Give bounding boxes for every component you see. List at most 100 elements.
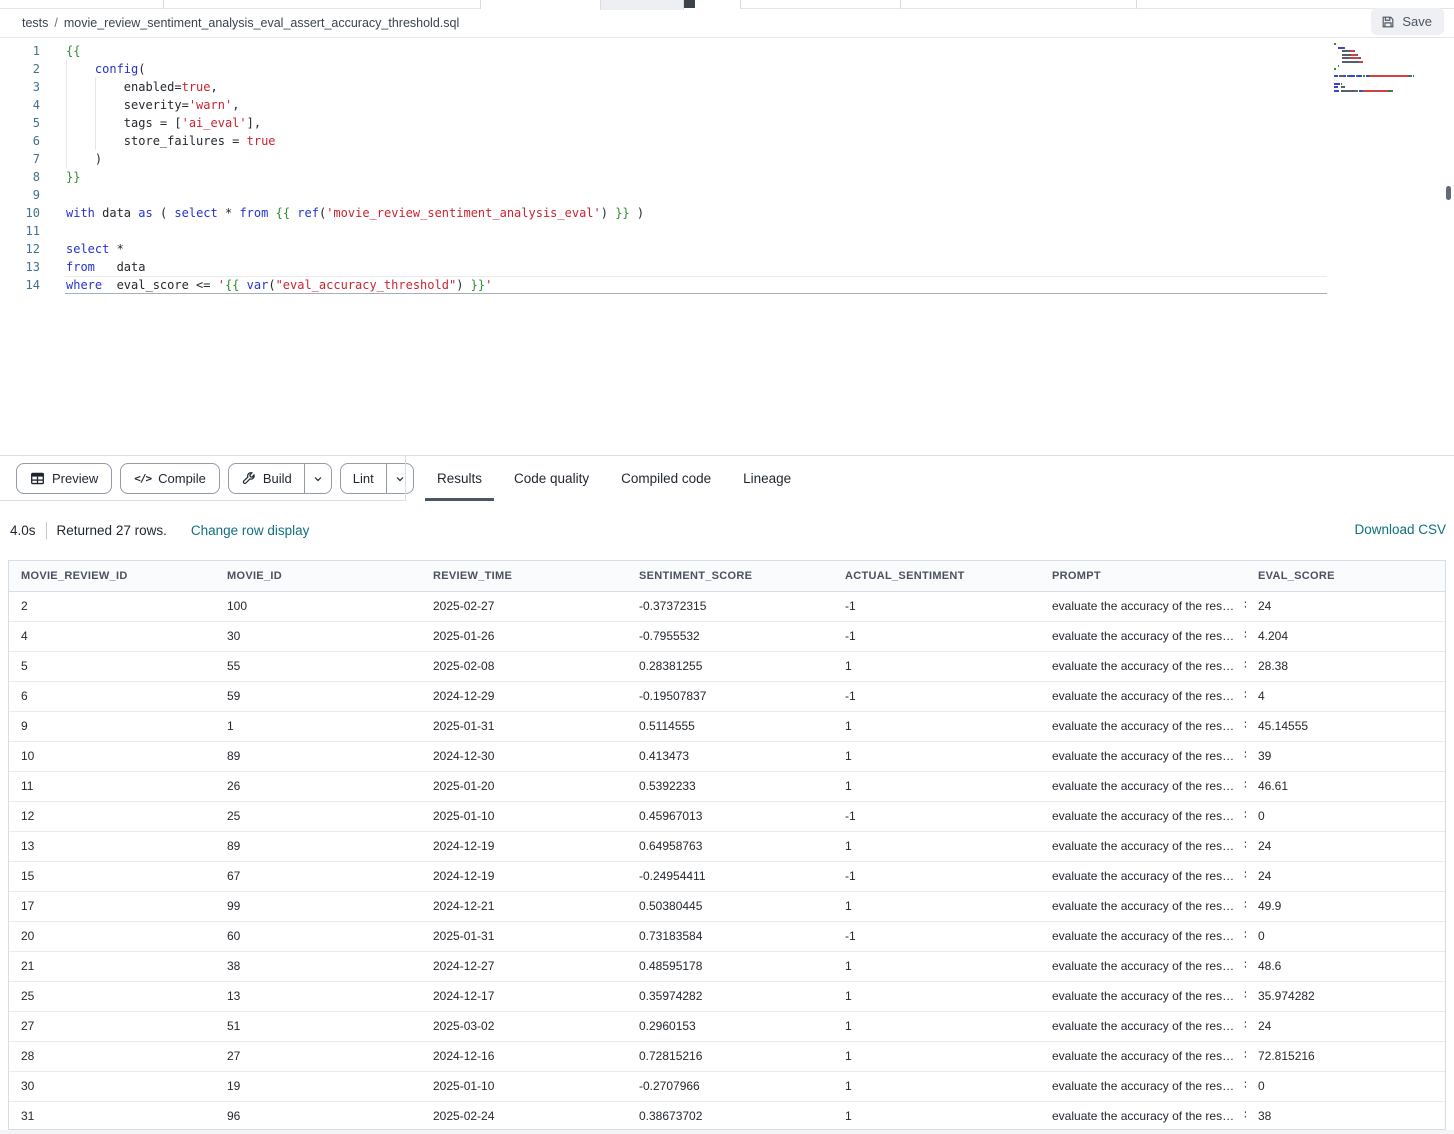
cell-movie-id: 100 <box>215 591 421 621</box>
code-line: 4 severity='warn', <box>0 96 644 114</box>
tab-results[interactable]: Results <box>435 456 484 501</box>
cell-sentiment-score: -0.7955532 <box>627 621 833 651</box>
code-text: severity='warn', <box>40 96 239 114</box>
cell-actual-sentiment: -1 <box>833 591 1040 621</box>
cell-eval-score: 0 <box>1246 801 1446 831</box>
cell-actual-sentiment: -1 <box>833 681 1040 711</box>
prompt-preview-text: evaluate the accuracy of the res… <box>1052 629 1234 643</box>
cell-eval-score: 24 <box>1246 591 1446 621</box>
code-line: 9 <box>0 186 644 204</box>
line-number: 1 <box>0 42 40 60</box>
cell-eval-score: 72.815216 <box>1246 1041 1446 1071</box>
lint-button-group: Lint <box>340 463 414 494</box>
prompt-preview-text: evaluate the accuracy of the res… <box>1052 689 1234 703</box>
column-header-actual_sentiment: ACTUAL_SENTIMENT <box>833 561 1040 591</box>
prompt-preview-text: evaluate the accuracy of the res… <box>1052 929 1234 943</box>
cell-eval-score: 49.9 <box>1246 891 1446 921</box>
expand-prompt-icon[interactable] <box>1242 840 1246 849</box>
ide-window: tests/movie_review_sentiment_analysis_ev… <box>0 0 1454 1134</box>
expand-prompt-icon[interactable] <box>1242 780 1246 789</box>
lint-button[interactable]: Lint <box>341 464 386 493</box>
table-row: 11262025-01-200.53922331evaluate the acc… <box>9 771 1446 801</box>
line-number: 9 <box>0 186 40 204</box>
table-row: 10892024-12-300.4134731evaluate the accu… <box>9 741 1446 771</box>
expand-prompt-icon[interactable] <box>1242 1020 1246 1029</box>
cell-eval-score: 46.61 <box>1246 771 1446 801</box>
code-line: 8}} <box>0 168 644 186</box>
expand-prompt-icon[interactable] <box>1242 900 1246 909</box>
expand-prompt-icon[interactable] <box>1242 990 1246 999</box>
code-line: 1{{ <box>0 42 644 60</box>
table-row: 5552025-02-080.283812551evaluate the acc… <box>9 651 1446 681</box>
code-text: {{ <box>40 42 80 60</box>
cell-movie-review-id: 10 <box>9 741 215 771</box>
cell-sentiment-score: -0.37372315 <box>627 591 833 621</box>
lint-button-label: Lint <box>353 471 374 486</box>
cell-sentiment-score: 0.5392233 <box>627 771 833 801</box>
expand-prompt-icon[interactable] <box>1242 930 1246 939</box>
column-header-sentiment_score: SENTIMENT_SCORE <box>627 561 833 591</box>
build-button[interactable]: Build <box>229 464 304 493</box>
cell-review-time: 2025-02-08 <box>421 651 627 681</box>
cell-prompt: evaluate the accuracy of the res… <box>1040 951 1246 981</box>
expand-prompt-icon[interactable] <box>1242 870 1246 879</box>
sql-editor[interactable]: 1{{2 config(3 enabled=true,4 severity='w… <box>0 38 1454 455</box>
expand-prompt-icon[interactable] <box>1242 960 1246 969</box>
preview-button[interactable]: Preview <box>16 463 112 494</box>
expand-prompt-icon[interactable] <box>1242 810 1246 819</box>
cell-sentiment-score: -0.2707966 <box>627 1071 833 1101</box>
code-text: select * <box>40 240 124 258</box>
expand-prompt-icon[interactable] <box>1242 690 1246 699</box>
cell-movie-review-id: 5 <box>9 651 215 681</box>
cell-eval-score: 39 <box>1246 741 1446 771</box>
cell-movie-id: 38 <box>215 951 421 981</box>
expand-prompt-icon[interactable] <box>1242 1050 1246 1059</box>
table-icon <box>30 471 45 486</box>
results-table-container: MOVIE_REVIEW_IDMOVIE_IDREVIEW_TIMESENTIM… <box>8 560 1446 1130</box>
save-button[interactable]: Save <box>1371 8 1444 35</box>
download-csv-link[interactable]: Download CSV <box>1354 522 1446 537</box>
prompt-preview-text: evaluate the accuracy of the res… <box>1052 839 1234 853</box>
active-file-tab[interactable] <box>600 0 684 10</box>
cell-eval-score: 4.204 <box>1246 621 1446 651</box>
code-icon: </> <box>134 472 151 485</box>
prompt-preview-text: evaluate the accuracy of the res… <box>1052 1049 1234 1063</box>
expand-prompt-icon[interactable] <box>1242 1080 1246 1089</box>
horizontal-scroll-area[interactable] <box>0 1130 1454 1134</box>
compile-button[interactable]: </> Compile <box>120 463 220 494</box>
expand-prompt-icon[interactable] <box>1242 630 1246 639</box>
save-button-label: Save <box>1402 14 1432 29</box>
expand-prompt-icon[interactable] <box>1242 600 1246 609</box>
cell-movie-id: 27 <box>215 1041 421 1071</box>
table-row: 15672024-12-19-0.24954411-1evaluate the … <box>9 861 1446 891</box>
table-row: 17992024-12-210.503804451evaluate the ac… <box>9 891 1446 921</box>
cell-movie-review-id: 27 <box>9 1011 215 1041</box>
cell-eval-score: 4 <box>1246 681 1446 711</box>
code-text: where eval_score <= '{{ var("eval_accura… <box>40 276 492 294</box>
cell-actual-sentiment: 1 <box>833 891 1040 921</box>
editor-scrollbar[interactable] <box>1446 186 1451 200</box>
cell-movie-id: 30 <box>215 621 421 651</box>
expand-prompt-icon[interactable] <box>1242 720 1246 729</box>
expand-prompt-icon[interactable] <box>1242 660 1246 669</box>
cell-sentiment-score: 0.28381255 <box>627 651 833 681</box>
prompt-preview-text: evaluate the accuracy of the res… <box>1052 599 1234 613</box>
tab-code-quality[interactable]: Code quality <box>512 456 591 501</box>
expand-prompt-icon[interactable] <box>1242 1110 1246 1119</box>
cell-actual-sentiment: 1 <box>833 981 1040 1011</box>
cell-prompt: evaluate the accuracy of the res… <box>1040 861 1246 891</box>
editor-minimap[interactable] <box>1334 43 1438 93</box>
cell-movie-id: 96 <box>215 1101 421 1130</box>
cell-eval-score: 35.974282 <box>1246 981 1446 1011</box>
code-line: 14where eval_score <= '{{ var("eval_accu… <box>0 276 644 294</box>
table-row: 21382024-12-270.485951781evaluate the ac… <box>9 951 1446 981</box>
line-number: 10 <box>0 204 40 222</box>
build-dropdown[interactable] <box>304 464 331 493</box>
line-number: 5 <box>0 114 40 132</box>
tab-lineage[interactable]: Lineage <box>741 456 793 501</box>
expand-prompt-icon[interactable] <box>1242 750 1246 759</box>
code-text: ) <box>40 150 102 168</box>
table-row: 30192025-01-10-0.27079661evaluate the ac… <box>9 1071 1446 1101</box>
tab-compiled-code[interactable]: Compiled code <box>619 456 713 501</box>
change-row-display-link[interactable]: Change row display <box>191 523 310 538</box>
